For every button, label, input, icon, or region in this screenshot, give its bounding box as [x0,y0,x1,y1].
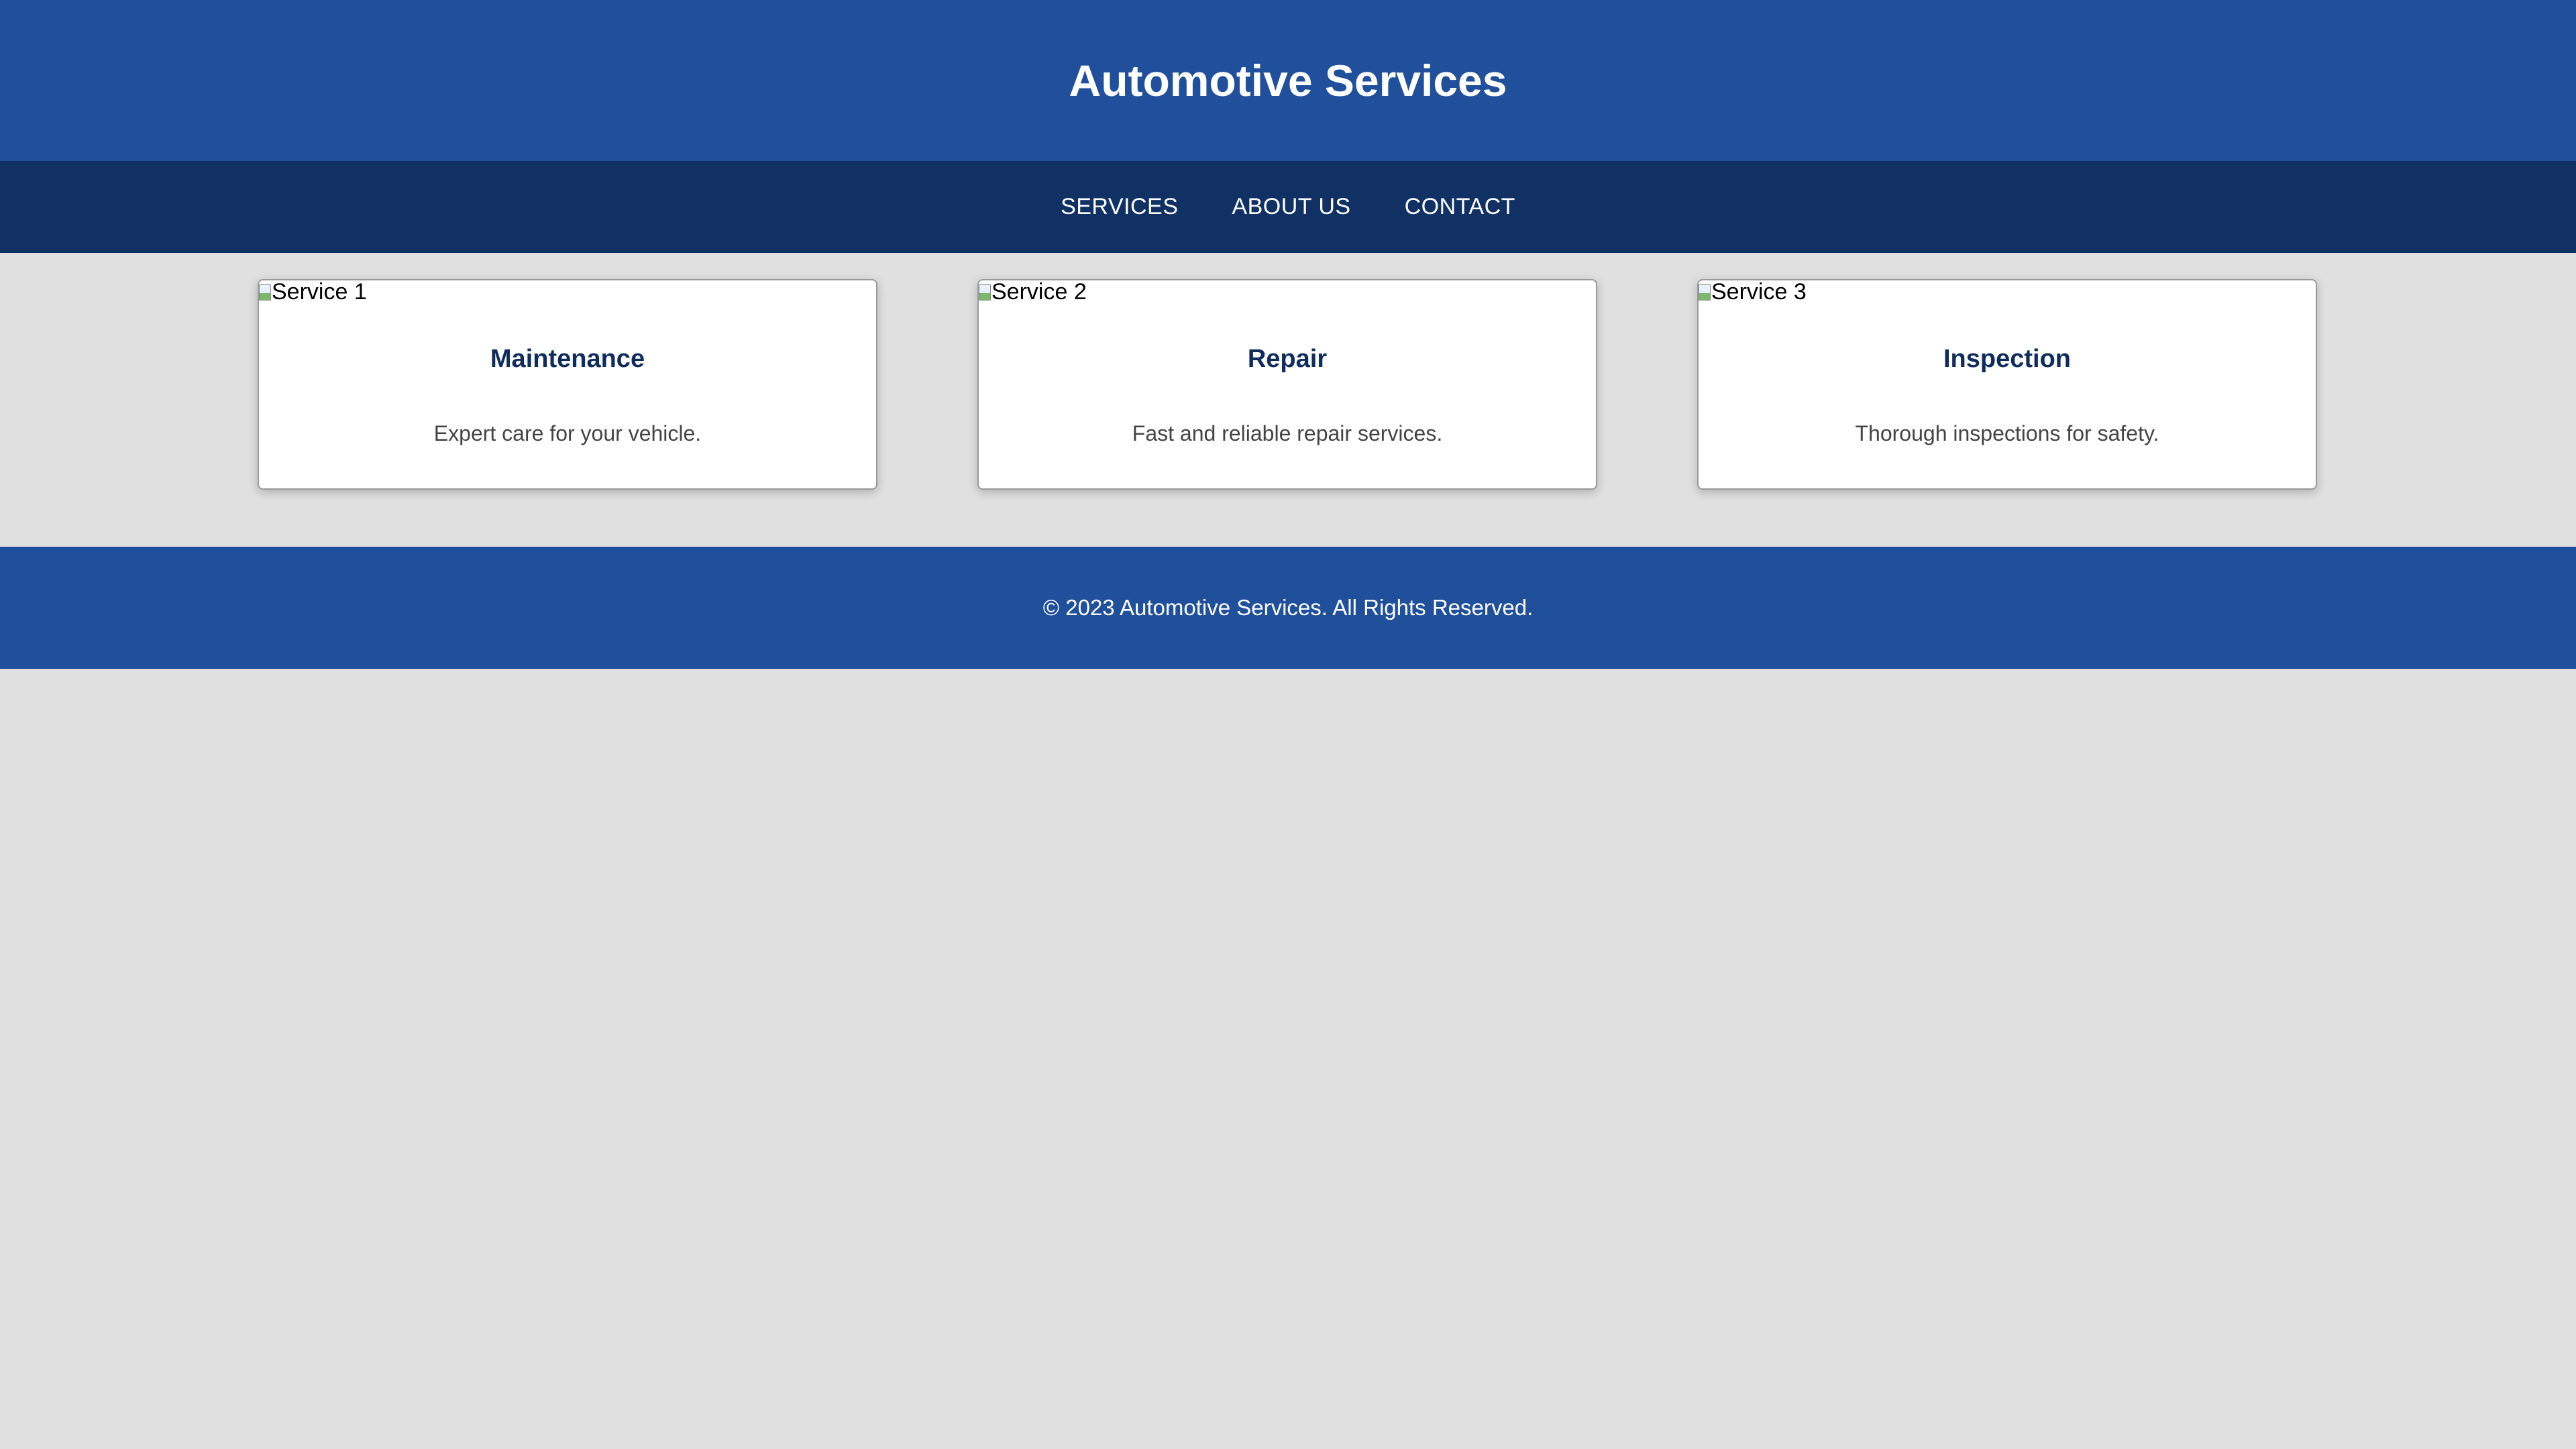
footer-copyright: © 2023 Automotive Services. All Rights R… [1042,595,1534,620]
service-title: Maintenance [490,345,645,373]
nav-link-about-us[interactable]: ABOUT US [1232,194,1350,220]
nav-link-services[interactable]: SERVICES [1061,194,1178,220]
broken-image-icon [1699,284,1711,301]
service-description: Fast and reliable repair services. [1132,421,1443,445]
service-description: Expert care for your vehicle. [433,421,702,445]
service-card-inspection: Service 3 Inspection Thorough inspection… [1697,279,2317,490]
service-image: Service 1 [259,280,367,303]
site-header: Automotive Services [0,0,2576,161]
services-section: Service 1 Maintenance Expert care for yo… [0,253,2576,547]
service-description: Thorough inspections for safety. [1855,421,2159,445]
main-nav: SERVICES ABOUT US CONTACT [0,161,2576,253]
nav-link-contact[interactable]: CONTACT [1405,194,1515,220]
service-card-repair: Service 2 Repair Fast and reliable repai… [977,279,1597,490]
service-image: Service 3 [1699,280,1807,303]
service-image-alt: Service 1 [272,279,367,305]
service-image: Service 2 [979,280,1087,303]
service-title: Inspection [1943,345,2072,373]
site-footer: © 2023 Automotive Services. All Rights R… [0,547,2576,669]
service-card-maintenance: Service 1 Maintenance Expert care for yo… [258,279,877,490]
service-image-alt: Service 2 [991,279,1087,305]
service-image-alt: Service 3 [1711,279,1807,305]
broken-image-icon [979,284,991,301]
page-title: Automotive Services [1069,56,1507,105]
service-title: Repair [1247,345,1328,373]
broken-image-icon [259,284,271,301]
